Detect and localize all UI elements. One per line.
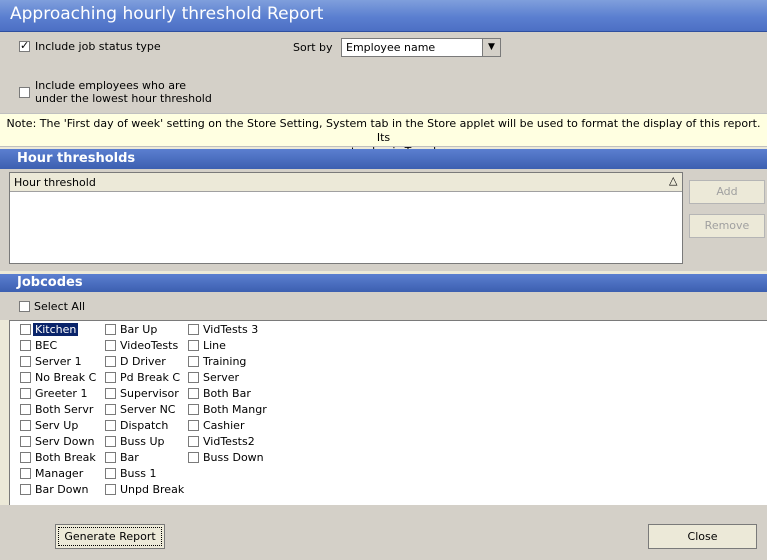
jobcodes-list[interactable]: Kitchen BEC Server 1 No Break C Greeter … (9, 320, 767, 505)
window-titlebar: Approaching hourly threshold Report (0, 0, 767, 32)
jobcodes-title: Jobcodes (17, 275, 83, 290)
hour-thresholds-header: Hour thresholds (0, 149, 767, 169)
add-button[interactable]: Add (689, 180, 765, 204)
select-all-label: Select All (34, 300, 86, 313)
generate-report-button[interactable]: Generate Report (55, 524, 165, 549)
include-job-status-label: Include job status type (35, 40, 161, 53)
include-job-status-checkbox[interactable] (19, 39, 30, 52)
remove-button[interactable]: Remove (689, 214, 765, 238)
hour-thresholds-title: Hour thresholds (17, 151, 136, 166)
hour-threshold-column-label: Hour threshold (14, 176, 96, 189)
jobcodes-header: Jobcodes (0, 274, 767, 292)
chevron-down-icon[interactable]: ▼ (482, 39, 500, 56)
include-lowest-label-line2: under the lowest hour threshold (35, 92, 212, 105)
sort-by-label: Sort by (293, 41, 333, 54)
select-all-checkbox[interactable] (19, 301, 30, 312)
hour-threshold-column-header[interactable]: Hour threshold △ (10, 173, 682, 192)
note-line1: Note: The 'First day of week' setting on… (6, 117, 761, 144)
close-button[interactable]: Close (648, 524, 757, 549)
include-lowest-label-line1: Include employees who are (35, 79, 187, 92)
sort-by-select[interactable]: Employee name ▼ (341, 38, 501, 57)
note-banner: Note: The 'First day of week' setting on… (0, 113, 767, 158)
window-title: Approaching hourly threshold Report (10, 4, 324, 24)
sort-ascending-icon: △ (669, 174, 678, 187)
sort-by-value: Employee name (346, 41, 436, 54)
include-lowest-checkbox[interactable] (19, 87, 30, 98)
jobcodes-panel: Select All (0, 292, 767, 320)
hour-threshold-list[interactable]: Hour threshold △ (9, 172, 683, 264)
